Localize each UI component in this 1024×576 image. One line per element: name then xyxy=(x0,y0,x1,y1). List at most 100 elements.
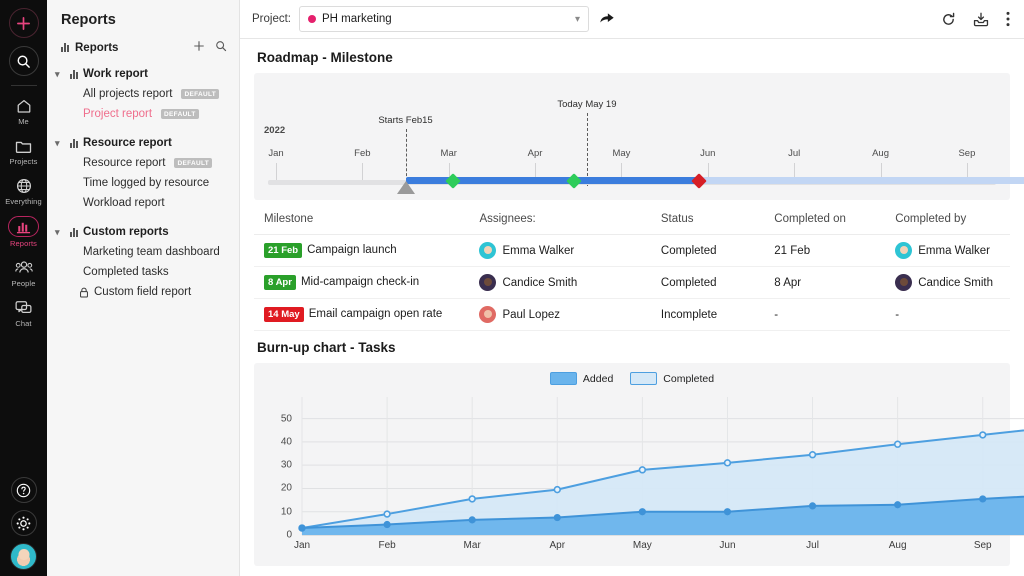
milestone-date-badge: 14 May xyxy=(264,307,304,322)
add-button[interactable] xyxy=(9,8,39,38)
search-reports-icon[interactable] xyxy=(213,40,229,55)
timeline-month-label: Mar xyxy=(441,148,457,159)
sidebar-group-label: Work report xyxy=(83,68,148,80)
sidebar-item-completed-tasks[interactable]: Completed tasks xyxy=(47,262,239,282)
home-icon xyxy=(16,96,32,115)
person-name: Emma Walker xyxy=(502,245,574,257)
reports-tree-header: Reports xyxy=(47,38,239,57)
page-title: Reports xyxy=(47,0,239,38)
toolbar-actions xyxy=(941,11,1010,27)
globe-icon xyxy=(16,176,32,195)
share-icon[interactable] xyxy=(599,10,615,28)
people-icon xyxy=(15,258,33,277)
sidebar-item-workload-report[interactable]: Workload report xyxy=(47,193,239,213)
sidebar-item-label: Chat xyxy=(15,319,31,328)
avatar xyxy=(479,274,496,291)
sidebar-group-label: Resource report xyxy=(83,137,172,149)
chart-plot xyxy=(254,363,1024,566)
sidebar-item-custom-field-report[interactable]: Custom field report xyxy=(47,282,239,302)
refresh-icon[interactable] xyxy=(941,12,956,27)
table-row[interactable]: 14 MayEmail campaign open ratePaul Lopez… xyxy=(254,299,1010,331)
main-area: Project: PH marketing ▾ xyxy=(240,0,1024,576)
col-assignees: Assignees: xyxy=(469,204,650,235)
chevron-down-icon: ▾ xyxy=(55,69,65,80)
empty-value: - xyxy=(895,309,899,321)
person-name: Emma Walker xyxy=(918,245,990,257)
cell-status: Completed xyxy=(651,235,764,267)
col-completed-on: Completed on xyxy=(764,204,885,235)
milestone-marker-email-open-rate[interactable] xyxy=(691,173,707,189)
today-marker-label: Today May 19 xyxy=(555,99,619,111)
timeline-month-label: Jul xyxy=(788,148,800,159)
folder-icon xyxy=(15,136,32,155)
milestone-date-badge: 8 Apr xyxy=(264,275,296,290)
sidebar-item-chat[interactable]: Chat xyxy=(0,292,47,332)
sidebar-item-time-logged-by-resource[interactable]: Time logged by resource xyxy=(47,173,239,193)
timeline-month-label: Apr xyxy=(528,148,543,159)
today-marker-line xyxy=(587,113,588,186)
start-marker-label: Starts Feb15 xyxy=(374,115,438,127)
add-report-button[interactable] xyxy=(191,40,207,55)
timeline-month-label: May xyxy=(612,148,630,159)
sidebar-item-people[interactable]: People xyxy=(0,252,47,292)
roadmap-timeline[interactable]: 2022 JanFebMarAprMayJunJulAugSepOctNovDe… xyxy=(254,73,1010,200)
cell-milestone: 8 Apr Mid-campaign check-in xyxy=(254,267,469,299)
sidebar-item-projects[interactable]: Projects xyxy=(0,130,47,170)
sidebar-item-label: Project report xyxy=(83,108,152,120)
avatar xyxy=(479,242,496,259)
cell-assignee: Emma Walker xyxy=(469,235,650,267)
sidebar-item-label: Completed tasks xyxy=(83,266,169,278)
avatar[interactable] xyxy=(10,543,37,570)
cell-milestone: 21 FebCampaign launch xyxy=(254,235,469,267)
sidebar-group-work-report[interactable]: ▾ Work report xyxy=(47,64,239,84)
chevron-down-icon: ▾ xyxy=(55,138,65,149)
search-icon[interactable] xyxy=(9,46,39,76)
table-row[interactable]: 8 Apr Mid-campaign check-in Candice Smith C… xyxy=(254,267,1010,299)
milestone-name: Campaign launch xyxy=(307,244,397,256)
sidebar-item-me[interactable]: Me xyxy=(0,90,47,130)
sidebar-item-reports[interactable]: Reports xyxy=(0,210,47,252)
sidebar-group-resource-report[interactable]: ▾ Resource report xyxy=(47,133,239,153)
export-icon[interactable] xyxy=(973,12,989,27)
cell-milestone: 14 MayEmail campaign open rate xyxy=(254,299,469,331)
timeline-month-label: Aug xyxy=(872,148,889,159)
milestone-marker-campaign-launch[interactable] xyxy=(445,173,461,189)
person-name: Candice Smith xyxy=(502,277,577,289)
cell-completed-by: Candice Smith xyxy=(885,267,1010,299)
left-rail: Me Projects Everything Reports People xyxy=(0,0,47,576)
sidebar-item-label: Workload report xyxy=(83,197,165,209)
sidebar-item-label: Reports xyxy=(10,239,37,248)
sidebar-item-label: People xyxy=(12,279,36,288)
person-name: Candice Smith xyxy=(918,277,993,289)
table-row[interactable]: 21 FebCampaign launchEmma WalkerComplete… xyxy=(254,235,1010,267)
app-root: Me Projects Everything Reports People xyxy=(0,0,1024,576)
bar-chart-icon xyxy=(61,43,69,52)
more-vertical-icon[interactable] xyxy=(1006,11,1010,27)
burnup-chart[interactable]: Added Completed 01020304050 JanFebMarApr… xyxy=(254,363,1010,566)
sidebar-item-all-projects-report[interactable]: All projects report DEFAULT xyxy=(47,84,239,104)
sidebar-item-project-report[interactable]: Project report DEFAULT xyxy=(47,104,239,124)
gear-icon[interactable] xyxy=(11,510,37,536)
reports-sidebar: Reports Reports ▾ Work report All projec… xyxy=(47,0,240,576)
project-select-value: PH marketing xyxy=(322,13,569,25)
sidebar-group-custom-reports[interactable]: ▾ Custom reports xyxy=(47,222,239,242)
col-completed-by: Completed by xyxy=(885,204,1010,235)
avatar xyxy=(479,306,496,323)
sidebar-item-resource-report[interactable]: Resource report DEFAULT xyxy=(47,153,239,173)
cell-completed-on: - xyxy=(764,299,885,331)
help-icon[interactable] xyxy=(11,477,37,503)
sidebar-group-label: Custom reports xyxy=(83,226,169,238)
chevron-down-icon: ▾ xyxy=(575,14,580,25)
cell-assignee: Paul Lopez xyxy=(469,299,650,331)
roadmap-title: Roadmap - Milestone xyxy=(254,39,1010,73)
cell-completed-on: 21 Feb xyxy=(764,235,885,267)
sidebar-item-marketing-team-dashboard[interactable]: Marketing team dashboard xyxy=(47,242,239,262)
sidebar-item-label: Me xyxy=(18,117,29,126)
cell-completed-by: - xyxy=(885,299,1010,331)
milestone-marker-mid-campaign[interactable] xyxy=(566,173,582,189)
milestone-name: Mid-campaign check-in xyxy=(301,276,419,288)
timeline-month-label: Jun xyxy=(700,148,715,159)
timeline-month-label: Feb xyxy=(354,148,370,159)
project-select[interactable]: PH marketing ▾ xyxy=(299,6,589,32)
sidebar-item-everything[interactable]: Everything xyxy=(0,170,47,210)
